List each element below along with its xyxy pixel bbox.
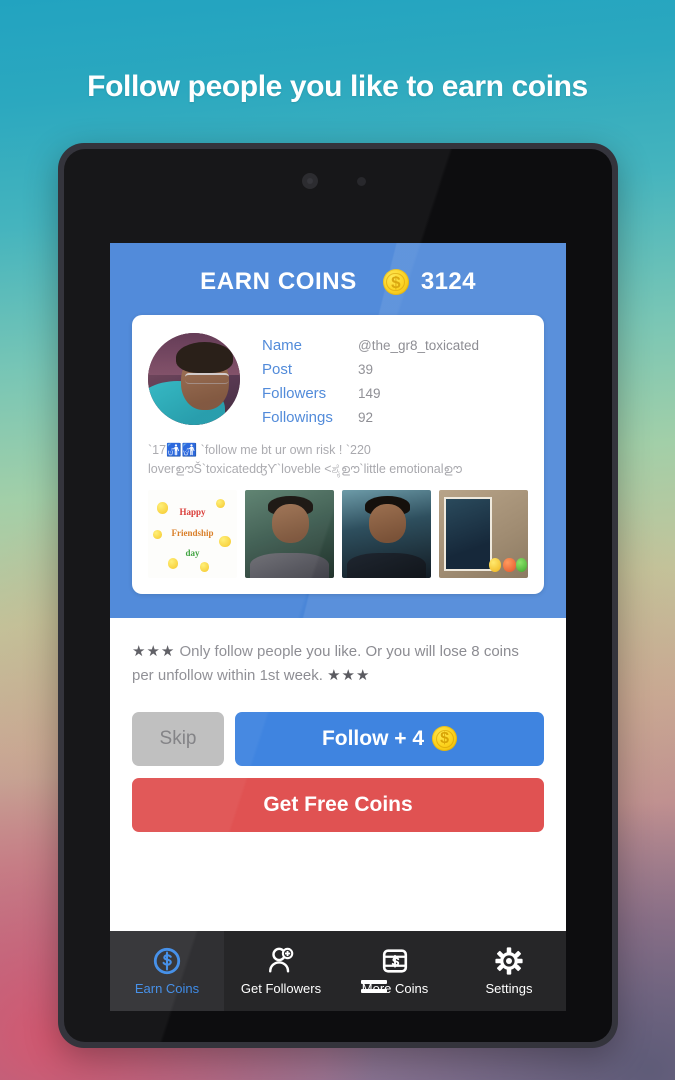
action-buttons-row: Skip Follow + 4 $ <box>132 711 544 766</box>
photo-body <box>250 553 329 578</box>
follow-button-label: Follow + 4 <box>321 726 425 750</box>
nav-item-settings[interactable]: Settings <box>452 931 566 1011</box>
stat-row-name: Name @the_gr8_toxicated <box>262 337 528 354</box>
follow-button[interactable]: Follow + 4 $ <box>235 711 544 766</box>
stars-left: ★★★ <box>132 642 176 660</box>
stars-right: ★★★ <box>327 666 371 684</box>
get-free-coins-button[interactable]: Get Free Coins <box>132 777 544 832</box>
coin-box-icon <box>382 949 408 973</box>
earn-coins-section: EARN COINS $ 3124 Name @the_gr8_toxicate… <box>110 243 566 618</box>
person-add-icon <box>269 947 294 973</box>
photo-body <box>347 553 426 578</box>
list-item[interactable] <box>245 489 334 578</box>
coin-dollar-glyph: $ <box>440 729 449 747</box>
nav-label: Settings <box>485 981 533 996</box>
sticker-dot <box>503 558 516 573</box>
bottom-navigation: Earn Coins Get Followers More Coins Sett… <box>110 931 566 1011</box>
coin-icon: $ <box>382 269 409 295</box>
nav-item-earn-coins[interactable]: Earn Coins <box>110 931 224 1011</box>
stat-value: 39 <box>358 362 374 377</box>
gear-icon <box>495 947 523 975</box>
skip-button[interactable]: Skip <box>132 711 224 766</box>
profile-card[interactable]: Name @the_gr8_toxicated Post 39 Follower… <box>132 315 544 594</box>
camera-lens-icon <box>302 173 318 189</box>
avatar-glasses <box>184 373 229 384</box>
emoji-dot <box>199 561 210 572</box>
stat-row-post: Post 39 <box>262 361 528 378</box>
emoji-dot <box>167 558 179 569</box>
front-camera <box>302 173 374 189</box>
actions-section: ★★★ Only follow people you like. Or you … <box>110 617 566 832</box>
nav-label: Earn Coins <box>134 981 200 996</box>
hamburger-overlay-icon[interactable] <box>361 980 387 993</box>
light-sensor-icon <box>357 177 366 186</box>
bar <box>361 980 387 984</box>
stat-label: Followings <box>262 409 333 426</box>
list-item[interactable]: Happy Friendship day <box>148 489 237 578</box>
photo-face <box>368 503 407 543</box>
tablet-bezel: EARN COINS $ 3124 Name @the_gr8_toxicate… <box>64 149 612 1042</box>
stat-value: @the_gr8_toxicated <box>358 338 480 353</box>
coin-balance: 3124 <box>420 268 476 295</box>
profile-bio: `17🚮🚮 `follow me bt ur own risk ! `220 l… <box>148 443 462 477</box>
photo-caption-line1: Happy <box>179 507 206 518</box>
app-screen: EARN COINS $ 3124 Name @the_gr8_toxicate… <box>110 243 566 1011</box>
profile-photo-grid: Happy Friendship day <box>132 489 544 594</box>
photo-caption-line2: Friendship <box>171 528 214 539</box>
nav-label: Get Followers <box>240 981 322 996</box>
tablet-device-frame: EARN COINS $ 3124 Name @the_gr8_toxicate… <box>58 143 618 1048</box>
bar <box>361 989 387 993</box>
stat-value: 92 <box>358 410 374 425</box>
stat-label: Followers <box>262 385 327 402</box>
photo-face <box>271 503 310 543</box>
sticker-dot <box>515 558 528 573</box>
avatar <box>148 333 240 425</box>
stat-label: Post <box>262 361 293 378</box>
app-header: EARN COINS $ 3124 <box>110 243 566 315</box>
profile-stats: Name @the_gr8_toxicated Post 39 Follower… <box>262 333 528 433</box>
profile-summary: Name @the_gr8_toxicated Post 39 Follower… <box>132 329 544 433</box>
follow-notice: ★★★ Only follow people you like. Or you … <box>132 640 544 688</box>
photo-inner-frame <box>444 496 493 571</box>
stat-row-followings: Followings 92 <box>262 409 528 426</box>
stat-row-followers: Followers 149 <box>262 385 528 402</box>
stat-value: 149 <box>358 386 381 401</box>
nav-item-more-coins[interactable]: More Coins <box>338 931 452 1011</box>
sticker-dot <box>488 558 502 573</box>
list-item[interactable] <box>342 489 431 578</box>
avatar-hair <box>175 342 233 374</box>
coin-dollar-icon <box>153 947 181 975</box>
list-item[interactable] <box>439 489 528 578</box>
stat-label: Name <box>262 337 303 354</box>
page-title: EARN COINS <box>200 268 357 295</box>
coin-dollar-glyph: $ <box>391 272 401 292</box>
promo-headline: Follow people you like to earn coins <box>87 70 588 103</box>
nav-item-get-followers[interactable]: Get Followers <box>224 931 338 1011</box>
photo-caption-line3: day <box>185 547 200 558</box>
notice-text: Only follow people you like. Or you will… <box>132 642 519 684</box>
coin-icon: $ <box>432 726 458 752</box>
